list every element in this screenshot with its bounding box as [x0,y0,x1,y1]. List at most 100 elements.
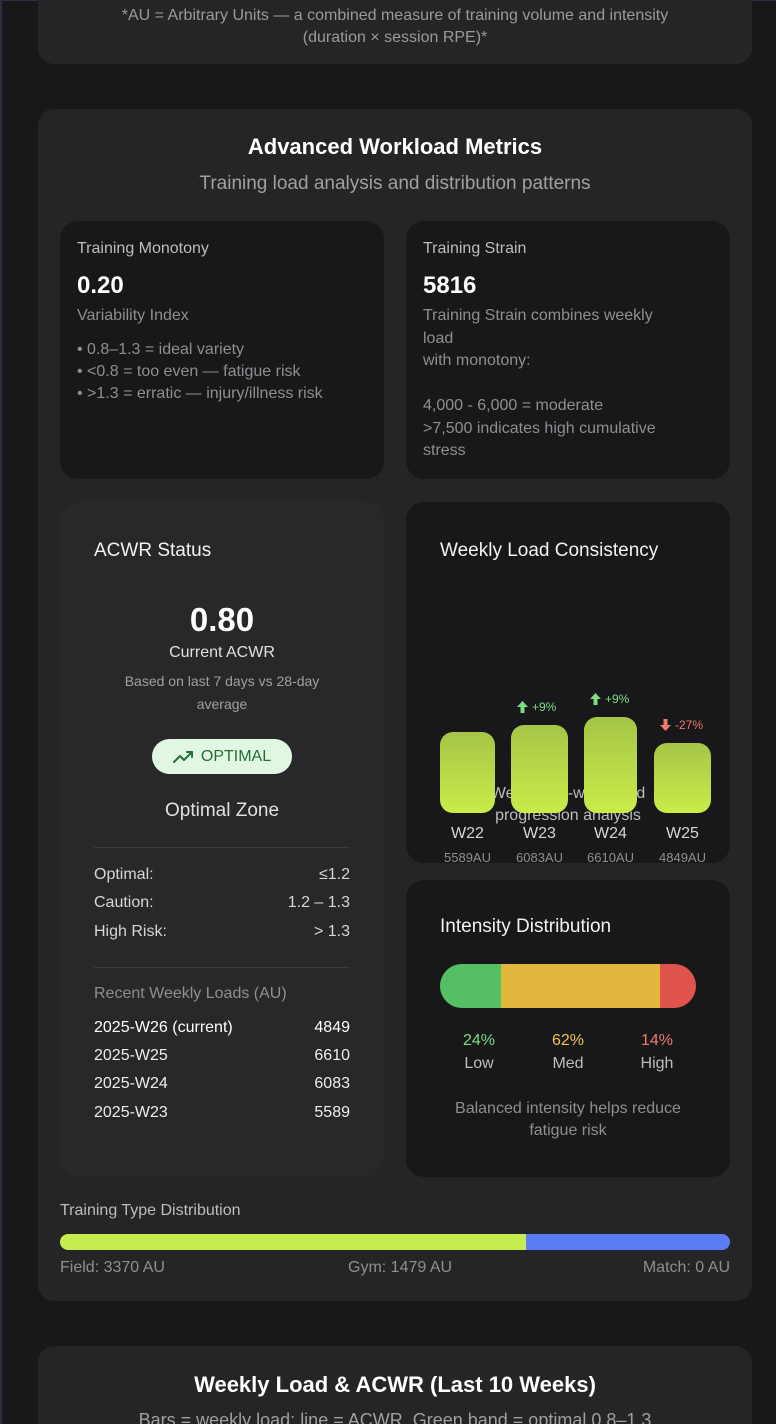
intensity-low-pct: 24% [462,1032,496,1049]
threshold-label: Caution: [94,894,154,911]
match-load-label: Match: 0 AU [642,1259,730,1276]
strain-line-7: stress [423,442,466,459]
load-increase-indicator: +9% [590,692,629,706]
bar-week-label: W22 [451,825,484,842]
intensity-low-segment [440,964,502,1008]
monotony-label: Training Monotony [77,240,209,257]
bar-load-label: 6083AU [516,850,563,865]
training-type-bar [60,1234,730,1250]
au-note-line-1: *AU = Arbitrary Units — a combined measu… [121,7,669,24]
load-bar-w24 [584,717,637,813]
recent-week: 2025-W23 [94,1104,168,1121]
arrow-down-icon [660,719,671,731]
bar-load-label: 4849AU [659,850,706,865]
strain-line-3: with monotony: [423,352,531,369]
intensity-caption-1: Balanced intensity helps reduce [455,1100,681,1117]
recent-week: 2025-W24 [94,1075,168,1092]
threshold-value: > 1.3 [313,923,350,940]
acwr-title: ACWR Status [94,540,212,561]
intensity-caption-2: fatigue risk [529,1122,607,1139]
arrow-up-icon [517,701,528,713]
load-increase-indicator: +9% [517,700,556,714]
chart-section-title: Weekly Load & ACWR (Last 10 Weeks) [194,1372,596,1397]
consistency-title: Weekly Load Consistency [440,540,659,561]
divider [94,847,350,848]
monotony-note-2: • <0.8 = too even — fatigue risk [77,363,301,380]
acwr-status-panel: ACWR Status 0.80 Current ACWR Based on l… [60,502,384,1177]
intensity-high-pct: 14% [640,1032,674,1049]
chart-section-subtitle: Bars = weekly load; line = ACWR. Green b… [138,1410,652,1424]
au-note-card: *AU = Arbitrary Units — a combined measu… [38,0,752,64]
recent-week: 2025-W26 (current) [94,1019,233,1036]
recent-load-row: 2025-W24 6083 [94,1075,350,1093]
recent-load: 6610 [314,1047,350,1064]
intensity-bar [440,964,696,1008]
strain-label: Training Strain [423,240,527,257]
bar-week-label: W24 [594,825,627,842]
threshold-value: 1.2 – 1.3 [287,894,350,911]
monotony-value: 0.20 [77,272,124,299]
weekly-load-acwr-card: Weekly Load & ACWR (Last 10 Weeks) Bars … [38,1346,752,1424]
strain-value: 5816 [423,272,477,299]
bar-week-label: W25 [666,825,699,842]
intensity-high-segment [660,964,696,1008]
acwr-label: Current ACWR [169,644,275,661]
threshold-label: High Risk: [94,923,167,940]
monotony-note-3: • >1.3 = erratic — injury/illness risk [77,385,323,402]
acwr-status-badge: OPTIMAL [152,739,292,774]
load-bar-w22 [440,732,495,813]
training-monotony-panel: Training Monotony 0.20 Variability Index… [60,221,384,479]
field-load-label: Field: 3370 AU [60,1259,165,1276]
strain-line-5: 4,000 - 6,000 = moderate [423,397,604,414]
recent-load: 4849 [314,1019,350,1036]
acwr-basis-1: Based on last 7 days vs 28-day [124,673,320,689]
arrow-up-icon [590,693,601,705]
bar-load-label: 5589AU [444,850,491,865]
intensity-distribution-panel: Intensity Distribution 24% 62% 14% Low M… [406,880,730,1177]
field-segment [60,1234,526,1250]
recent-load: 5589 [314,1104,350,1121]
load-decrease-indicator: -27% [660,718,703,732]
recent-load: 6083 [314,1075,350,1092]
strain-line-6: >7,500 indicates high cumulative [423,420,656,437]
acwr-value: 0.80 [189,601,255,638]
monotony-sublabel: Variability Index [77,307,189,324]
section-title: Advanced Workload Metrics [247,134,543,159]
recent-load-row: 2025-W26 (current) 4849 [94,1019,350,1037]
gym-segment [525,1234,730,1250]
delta-text: +9% [605,692,630,706]
threshold-label: Optimal: [94,866,154,883]
strain-line-1: Training Strain combines weekly [423,307,653,324]
au-note-line-2: (duration × session RPE)* [302,29,488,46]
section-subtitle: Training load analysis and distribution … [199,173,591,194]
monotony-note-1: • 0.8–1.3 = ideal variety [77,341,245,358]
load-bar-w23 [511,725,568,813]
recent-load-row: 2025-W23 5589 [94,1104,350,1122]
bar-load-label: 6610AU [587,850,634,865]
bar-week-label: W23 [523,825,556,842]
training-type-title: Training Type Distribution [60,1202,241,1219]
acwr-basis-2: average [196,696,248,712]
intensity-low-label: Low [464,1055,494,1072]
recent-loads-title: Recent Weekly Loads (AU) [94,985,287,1002]
divider [94,967,350,968]
recent-week: 2025-W25 [94,1047,168,1064]
acwr-zone: Optimal Zone [164,800,280,821]
intensity-med-label: Med [552,1055,584,1072]
threshold-row: Optimal: ≤1.2 [94,866,350,884]
trending-up-icon [172,750,193,763]
training-strain-panel: Training Strain 5816 Training Strain com… [406,221,730,479]
intensity-title: Intensity Distribution [440,916,612,937]
strain-line-2: load [423,330,454,347]
threshold-row: High Risk: > 1.3 [94,923,350,941]
intensity-med-pct: 62% [551,1032,585,1049]
advanced-workload-metrics-card: Advanced Workload Metrics Training load … [38,109,752,1301]
recent-load-row: 2025-W25 6610 [94,1047,350,1065]
weekly-load-consistency-panel: Weekly Load Consistency Week-over-week l… [406,502,730,865]
intensity-high-label: High [640,1055,674,1072]
acwr-status-text: OPTIMAL [200,747,272,765]
threshold-value: ≤1.2 [318,866,350,883]
delta-text: -27% [675,718,704,732]
delta-text: +9% [532,700,557,714]
intensity-med-segment [501,964,661,1008]
